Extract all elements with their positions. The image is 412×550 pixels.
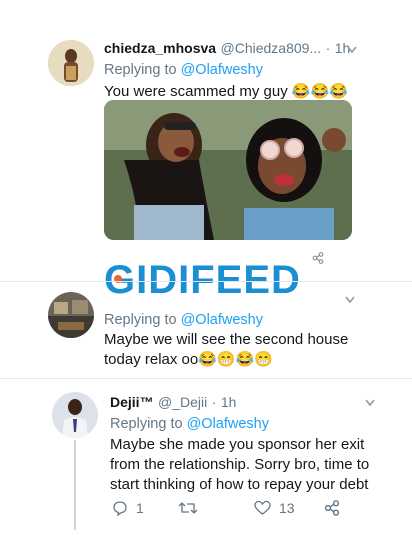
gidifeed-watermark: GIDIFEED xyxy=(104,256,316,302)
retweet-button[interactable] xyxy=(178,500,198,521)
tweet-text-line: Maybe we will see the second house xyxy=(104,331,349,348)
tweet-text-line: Maybe she made you sponsor her exit xyxy=(110,436,365,453)
thread-line xyxy=(74,440,76,530)
reply-button[interactable]: 1 xyxy=(112,500,144,516)
divider xyxy=(0,378,412,379)
heart-icon xyxy=(254,500,271,515)
avatar-dejii[interactable] xyxy=(52,392,98,438)
replying-to-label: Replying to xyxy=(104,62,177,78)
tweet-text: You were scammed my guy xyxy=(104,83,288,100)
user-handle[interactable]: @_Dejii xyxy=(158,394,207,410)
reply-icon xyxy=(113,501,127,516)
replying-to-label: Replying to xyxy=(104,312,177,328)
replying-to-link[interactable]: @Olafweshy xyxy=(181,62,263,78)
share-icon xyxy=(324,500,340,516)
tweet-photo[interactable] xyxy=(104,100,352,240)
user-handle[interactable]: @Chiedza809... xyxy=(221,40,322,56)
retweet-icon xyxy=(178,502,198,514)
emoji-laughing: 😂😁😂😁 xyxy=(198,351,273,368)
timestamp[interactable]: 1h xyxy=(221,394,237,410)
tweet-text-line: from the relationship. Sorry bro, time t… xyxy=(110,456,370,473)
divider xyxy=(0,281,412,282)
avatar-user2[interactable] xyxy=(48,292,94,338)
replying-to-link[interactable]: @Olafweshy xyxy=(181,312,263,328)
display-name[interactable]: Dejii™ xyxy=(110,394,154,410)
like-button[interactable]: 13 xyxy=(254,500,295,516)
svg-text:GIDIFEED: GIDIFEED xyxy=(104,258,301,300)
reply-count: 1 xyxy=(136,500,144,516)
photo-two-women-image xyxy=(104,100,352,240)
replying-to-label: Replying to xyxy=(110,416,183,432)
tweet-text-line: start thinking of how to repay your debt xyxy=(110,476,369,493)
separator-dot: · xyxy=(211,394,217,410)
chevron-down-icon[interactable] xyxy=(347,46,357,54)
separator-dot: · xyxy=(325,40,331,56)
display-name[interactable]: chiedza_mhosva xyxy=(104,40,216,56)
chevron-down-icon[interactable] xyxy=(365,399,375,407)
emoji-laughing: 😂😂😂 xyxy=(291,83,348,100)
like-count: 13 xyxy=(279,500,295,516)
chevron-down-icon[interactable] xyxy=(345,296,355,304)
replying-to-link[interactable]: @Olafweshy xyxy=(187,416,269,432)
avatar-chiedza[interactable] xyxy=(48,40,94,86)
tweet-text-line: today relax oo xyxy=(104,351,199,368)
share-button[interactable] xyxy=(324,500,340,521)
